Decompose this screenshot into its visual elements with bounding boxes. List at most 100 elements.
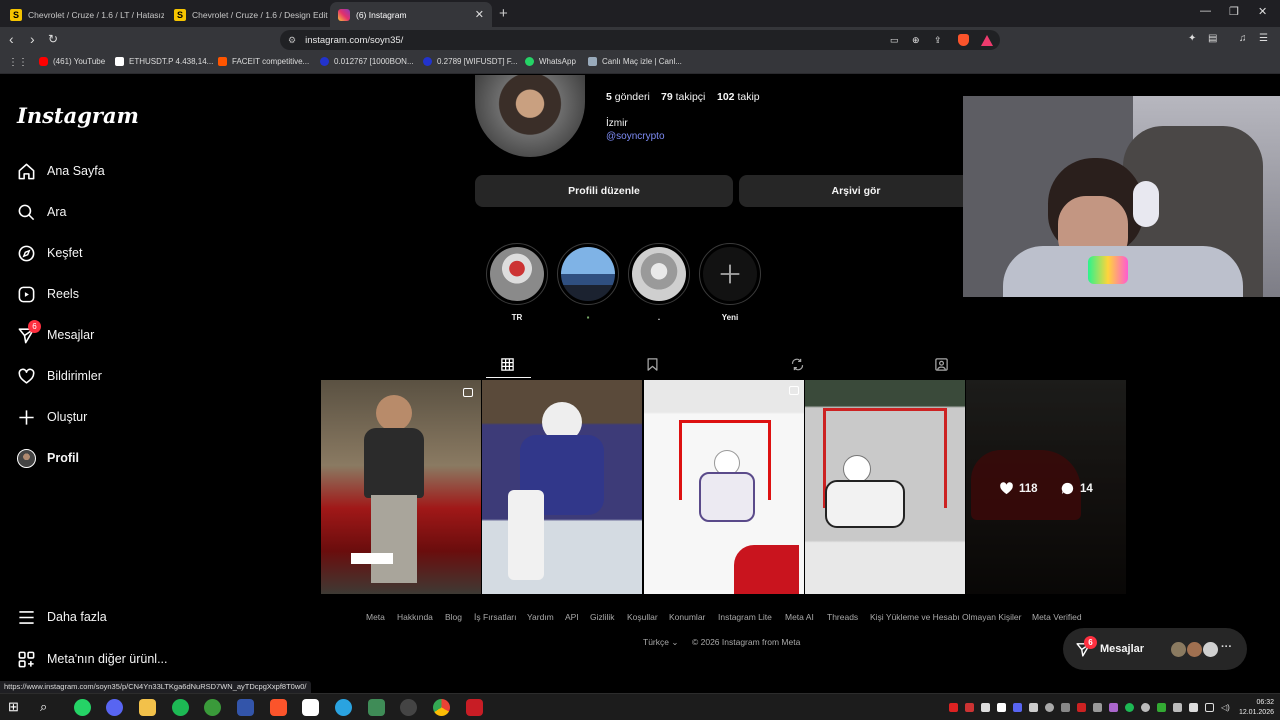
network-icon[interactable] — [1205, 703, 1214, 712]
tagged-tab[interactable] — [931, 354, 951, 374]
tray-icon[interactable] — [1013, 703, 1022, 712]
brave-shield-icon[interactable] — [958, 34, 969, 46]
app-icon[interactable] — [400, 699, 417, 716]
tray-icon[interactable] — [1045, 703, 1054, 712]
bookmark-bonk[interactable]: 0.012767 [1000BON... — [320, 57, 414, 66]
footer-link[interactable]: Instagram Lite — [718, 612, 772, 622]
tray-icon[interactable] — [997, 703, 1006, 712]
nav-profile[interactable]: Profil — [16, 448, 79, 468]
menu-icon[interactable]: ☰ — [1259, 33, 1268, 44]
zoom-icon[interactable]: ⊕ — [912, 35, 920, 46]
footer-link[interactable]: Koşullar — [627, 612, 658, 622]
brave-rewards-icon[interactable] — [981, 34, 993, 46]
tray-icon[interactable] — [1077, 703, 1086, 712]
bookmark-canli-mac[interactable]: Canlı Maç izle | Canl... — [588, 57, 682, 66]
cast-icon[interactable]: ▭ — [890, 35, 899, 46]
new-highlight-button[interactable] — [699, 243, 761, 305]
footer-link[interactable]: Kişi Yükleme ve Hesabı Olmayan Kişiler — [870, 612, 1022, 622]
highlight-2[interactable] — [557, 243, 619, 305]
site-info-icon[interactable]: ⚙ — [288, 35, 296, 46]
followers-count[interactable]: 79 takipçi — [661, 91, 705, 103]
following-count[interactable]: 102 takip — [717, 91, 760, 103]
nav-more[interactable]: Daha fazla — [16, 607, 107, 627]
telegram-icon[interactable] — [335, 699, 352, 716]
footer-link[interactable]: Yardım — [527, 612, 554, 622]
post-image[interactable] — [482, 380, 642, 594]
footer-link[interactable]: Meta — [366, 612, 385, 622]
tab-chevrolet-1[interactable]: S Chevrolet / Cruze / 1.6 / LT / Hatasız — [2, 2, 164, 27]
tray-icon[interactable] — [1125, 703, 1134, 712]
app-icon[interactable] — [466, 699, 483, 716]
spotify-icon[interactable] — [172, 699, 189, 716]
nav-explore[interactable]: Keşfet — [16, 243, 82, 263]
footer-link[interactable]: Blog — [445, 612, 462, 622]
language-select[interactable]: Türkçe ⌄ — [643, 637, 678, 648]
close-window-icon[interactable]: ✕ — [1258, 5, 1267, 18]
saved-tab[interactable] — [642, 354, 662, 374]
instagram-logo[interactable]: Instagram — [17, 103, 139, 128]
tray-icon[interactable] — [1061, 703, 1070, 712]
footer-link[interactable]: Meta Verified — [1032, 612, 1082, 622]
bookmark-wif[interactable]: 0.2789 [WIFUSDT] F... — [423, 57, 517, 66]
forward-icon[interactable]: › — [30, 31, 35, 47]
xbox-icon[interactable] — [204, 699, 221, 716]
tray-icon[interactable] — [1029, 703, 1038, 712]
file-explorer-icon[interactable] — [139, 699, 156, 716]
restore-icon[interactable]: ❐ — [1229, 5, 1239, 18]
new-tab-button[interactable]: + — [499, 5, 508, 22]
profile-mention-link[interactable]: @soyncrypto — [606, 131, 665, 142]
footer-link[interactable]: Threads — [827, 612, 858, 622]
nav-reels[interactable]: Reels — [16, 284, 79, 304]
chrome-icon[interactable] — [433, 699, 450, 716]
highlight-tr[interactable] — [486, 243, 548, 305]
footer-link[interactable]: Meta AI — [785, 612, 814, 622]
tray-icon[interactable] — [949, 703, 958, 712]
calculator-icon[interactable] — [368, 699, 385, 716]
post-image[interactable] — [805, 380, 965, 594]
reload-icon[interactable]: ↻ — [48, 31, 58, 47]
remote-desktop-icon[interactable] — [237, 699, 254, 716]
tray-icon[interactable] — [1173, 703, 1182, 712]
windows-start-icon[interactable]: ⊞ — [8, 699, 25, 716]
reposts-tab[interactable] — [787, 354, 807, 374]
messages-float-button[interactable]: 6 Mesajlar ··· — [1063, 628, 1247, 670]
system-clock[interactable]: 06:32 12.01.2026 — [1239, 698, 1274, 718]
nav-home[interactable]: Ana Sayfa — [16, 161, 105, 181]
nav-meta-products[interactable]: Meta'nın diğer ürünl... — [16, 649, 168, 669]
tray-icon[interactable] — [1109, 703, 1118, 712]
post-image-hovered[interactable]: 118 14 — [966, 380, 1126, 594]
whatsapp-icon[interactable] — [74, 699, 91, 716]
bookmark-whatsapp[interactable]: WhatsApp — [525, 57, 576, 66]
tab-instagram[interactable]: (6) Instagram ✕ — [330, 2, 492, 27]
footer-link[interactable]: Hakkında — [397, 612, 433, 622]
brave-icon[interactable] — [270, 699, 287, 716]
share-icon[interactable]: ⇪ — [934, 35, 942, 46]
sidebar-icon[interactable]: ▤ — [1208, 33, 1217, 44]
nav-search[interactable]: Ara — [16, 202, 66, 222]
bookmark-youtube[interactable]: (461) YouTube — [39, 57, 105, 66]
footer-link[interactable]: Gizlilik — [590, 612, 615, 622]
tab-chevrolet-2[interactable]: S Chevrolet / Cruze / 1.6 / Design Editi — [166, 2, 328, 27]
apps-icon[interactable]: ⋮⋮ — [8, 57, 28, 68]
post-image[interactable] — [644, 380, 804, 594]
nav-create[interactable]: Oluştur — [16, 407, 87, 427]
volume-icon[interactable]: ◁) — [1221, 703, 1230, 712]
discord-icon[interactable] — [106, 699, 123, 716]
tradingview-icon[interactable] — [302, 699, 319, 716]
extensions-icon[interactable]: ✦ — [1188, 33, 1196, 44]
back-icon[interactable]: ‹ — [9, 31, 14, 47]
tray-icon[interactable] — [1189, 703, 1198, 712]
media-icon[interactable]: ♫ — [1239, 33, 1247, 44]
edit-profile-button[interactable]: Profili düzenle — [475, 175, 733, 207]
post-image[interactable] — [321, 380, 481, 594]
close-tab-icon[interactable]: ✕ — [469, 8, 484, 21]
nav-notifications[interactable]: Bildirimler — [16, 366, 102, 386]
bookmark-faceit[interactable]: FACEIT competitive... — [218, 57, 309, 66]
view-archive-button[interactable]: Arşivi gör — [739, 175, 973, 207]
search-icon[interactable]: ⌕ — [40, 699, 57, 716]
tray-icon[interactable] — [965, 703, 974, 712]
tray-icon[interactable] — [981, 703, 990, 712]
nav-messages[interactable]: 6 Mesajlar — [16, 320, 94, 345]
footer-link[interactable]: Konumlar — [669, 612, 705, 622]
bookmark-ethusdt[interactable]: ETHUSDT.P 4.438,14... — [115, 57, 213, 66]
